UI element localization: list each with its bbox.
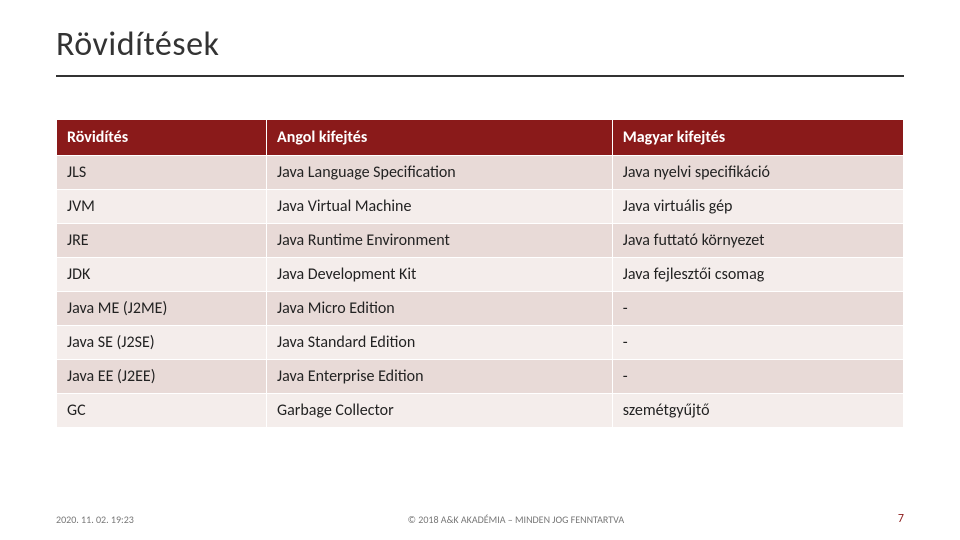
cell-hungarian: -: [612, 292, 903, 326]
col-header-hungarian: Magyar kifejtés: [612, 120, 903, 156]
cell-abbrev: Java EE (J2EE): [57, 360, 267, 394]
cell-abbrev: GC: [57, 394, 267, 428]
table-row: JRE Java Runtime Environment Java futtat…: [57, 224, 904, 258]
slide: Rövidítések Rövidítés Angol kifejtés Mag…: [0, 0, 960, 540]
footer-page-number: 7: [898, 512, 904, 526]
cell-hungarian: Java futtató környezet: [612, 224, 903, 258]
page-title: Rövidítések: [56, 18, 904, 77]
table-row: Java SE (J2SE) Java Standard Edition -: [57, 326, 904, 360]
table-row: Java ME (J2ME) Java Micro Edition -: [57, 292, 904, 326]
cell-english: Java Runtime Environment: [267, 224, 613, 258]
cell-hungarian: -: [612, 326, 903, 360]
cell-abbrev: JDK: [57, 258, 267, 292]
cell-hungarian: Java nyelvi specifikáció: [612, 156, 903, 190]
col-header-abbrev: Rövidítés: [57, 120, 267, 156]
cell-hungarian: -: [612, 360, 903, 394]
col-header-english: Angol kifejtés: [267, 120, 613, 156]
table-header-row: Rövidítés Angol kifejtés Magyar kifejtés: [57, 120, 904, 156]
cell-abbrev: JVM: [57, 190, 267, 224]
cell-english: Java Virtual Machine: [267, 190, 613, 224]
cell-english: Java Language Specification: [267, 156, 613, 190]
cell-abbrev: Java ME (J2ME): [57, 292, 267, 326]
cell-english: Java Standard Edition: [267, 326, 613, 360]
cell-abbrev: JLS: [57, 156, 267, 190]
table-row: JLS Java Language Specification Java nye…: [57, 156, 904, 190]
table-row: JVM Java Virtual Machine Java virtuális …: [57, 190, 904, 224]
abbrev-table: Rövidítés Angol kifejtés Magyar kifejtés…: [56, 119, 904, 428]
slide-footer: 2020. 11. 02. 19:23 © 2018 A&K AKADÉMIA …: [0, 512, 960, 526]
cell-hungarian: Java fejlesztői csomag: [612, 258, 903, 292]
cell-english: Java Development Kit: [267, 258, 613, 292]
cell-hungarian: szemétgyűjtő: [612, 394, 903, 428]
cell-hungarian: Java virtuális gép: [612, 190, 903, 224]
footer-copyright: © 2018 A&K AKADÉMIA – MINDEN JOG FENNTAR…: [134, 513, 898, 526]
cell-english: Java Enterprise Edition: [267, 360, 613, 394]
abbrev-table-container: Rövidítés Angol kifejtés Magyar kifejtés…: [56, 119, 904, 428]
cell-english: Garbage Collector: [267, 394, 613, 428]
table-row: JDK Java Development Kit Java fejlesztői…: [57, 258, 904, 292]
cell-english: Java Micro Edition: [267, 292, 613, 326]
table-row: GC Garbage Collector szemétgyűjtő: [57, 394, 904, 428]
table-row: Java EE (J2EE) Java Enterprise Edition -: [57, 360, 904, 394]
cell-abbrev: JRE: [57, 224, 267, 258]
cell-abbrev: Java SE (J2SE): [57, 326, 267, 360]
footer-timestamp: 2020. 11. 02. 19:23: [56, 513, 134, 526]
